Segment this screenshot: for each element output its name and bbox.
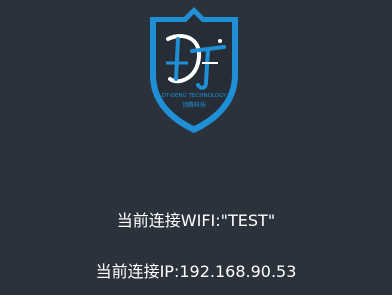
logo-line1: DT-DENG TECHNOLOGY [162,93,227,99]
wifi-connection-text: 当前连接WIFI:"TEST" [116,211,276,230]
ip-connection-text: 当前连接IP:192.168.90.53 [95,262,297,281]
shield-logo-icon: DT-DENG TECHNOLOGY 顶腾科技 [150,7,238,133]
brand-logo: DT-DENG TECHNOLOGY 顶腾科技 [148,5,240,137]
logo-line2: 顶腾科技 [182,101,206,109]
